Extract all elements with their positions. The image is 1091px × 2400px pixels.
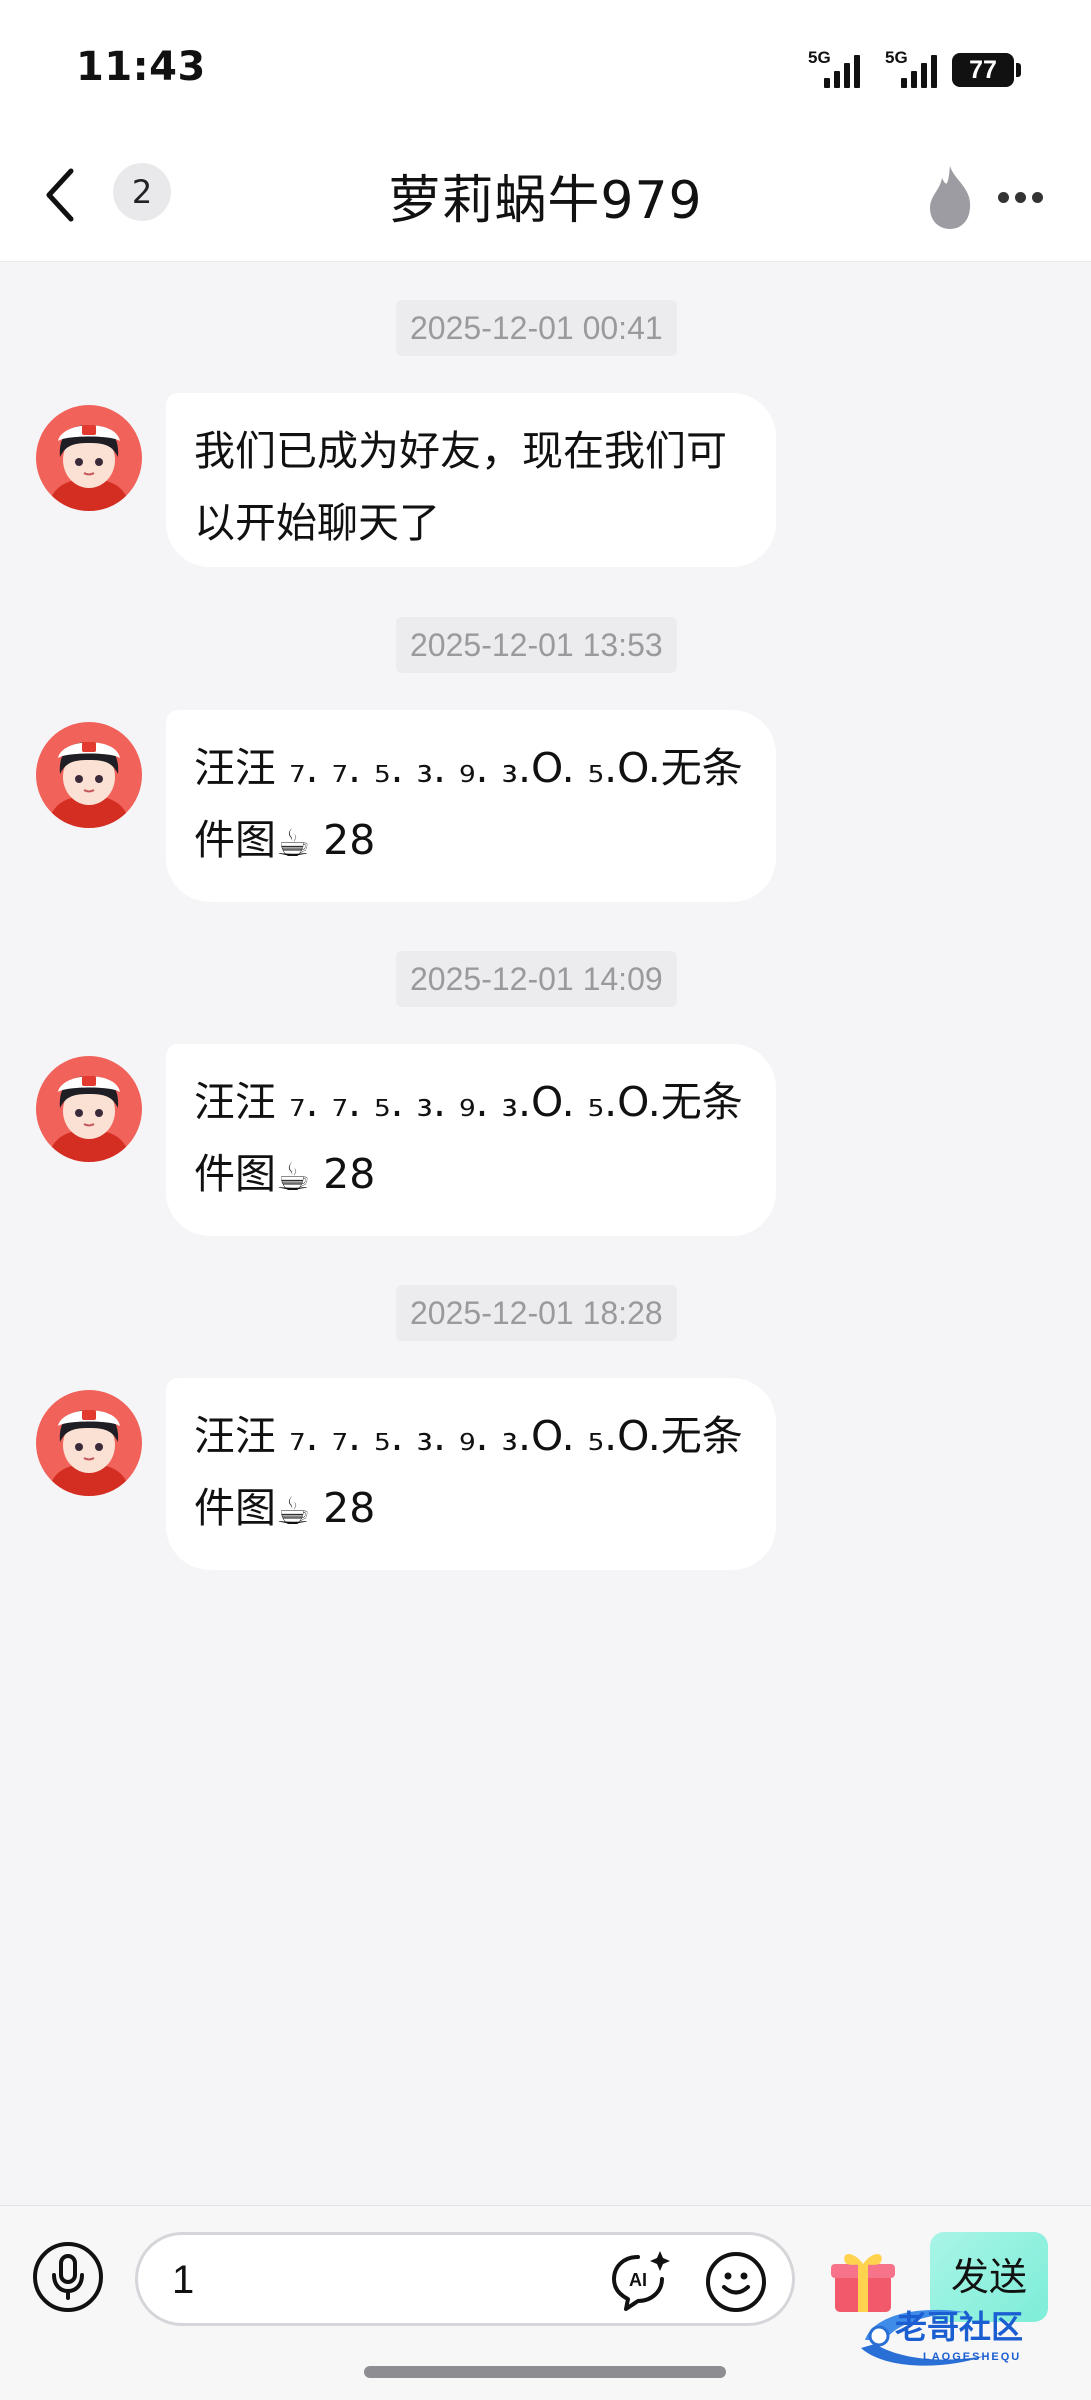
flame-icon	[930, 166, 971, 229]
message-bubble[interactable]: 我们已成为好友，现在我们可 以开始聊天了	[166, 393, 776, 567]
avatar[interactable]	[36, 1390, 142, 1496]
more-icon-dot	[1014, 191, 1026, 203]
coffee-icon: ☕	[276, 1489, 311, 1533]
avatar[interactable]	[36, 405, 142, 511]
more-icon-dot	[1031, 191, 1043, 203]
message-text-line: 汪汪 ₇. ₇. ₅. ₃. ₉. ₃.O. ₅.O.无条	[194, 1412, 743, 1460]
emoji-icon	[722, 2272, 750, 2295]
chat-header: 2 萝莉蜗牛979	[0, 130, 1091, 262]
message-text-line: 汪汪 ₇. ₇. ₅. ₃. ₉. ₃.O. ₅.O.无条	[194, 1078, 743, 1126]
coffee-icon: ☕	[276, 821, 311, 865]
flame-button[interactable]	[920, 162, 980, 232]
message-text: 件图	[194, 816, 276, 864]
avatar-image	[36, 1056, 142, 1162]
microphone-icon	[52, 2254, 84, 2300]
watermark-text: 老哥社区	[895, 2308, 1023, 2346]
message-text-line: 汪汪 ₇. ₇. ₅. ₃. ₉. ₃.O. ₅.O.无条	[194, 744, 743, 792]
message-bubble[interactable]: 汪汪 ₇. ₇. ₅. ₃. ₉. ₃.O. ₅.O.无条 件图☕ 28	[166, 1044, 776, 1236]
watermark-subtext: LAOGESHEQU	[923, 2351, 1021, 2363]
signal-5g-icon-2: 5G	[885, 48, 937, 88]
message-timestamp: 2025-12-01 13:53	[396, 617, 677, 673]
emoji-button[interactable]	[706, 2252, 766, 2312]
more-icon-dot	[997, 191, 1009, 203]
message-number: 28	[323, 1150, 376, 1198]
message-bubble[interactable]: 汪汪 ₇. ₇. ₅. ₃. ₉. ₃.O. ₅.O.无条 件图☕ 28	[166, 710, 776, 902]
ai-label: AI	[629, 2270, 647, 2290]
home-indicator[interactable]	[364, 2366, 726, 2378]
avatar[interactable]	[36, 1056, 142, 1162]
message-text: 件图	[194, 1484, 276, 1532]
battery-icon: 77	[952, 53, 1014, 87]
avatar-image	[36, 1390, 142, 1496]
status-time: 11:43	[76, 44, 206, 90]
message-text-line-2: 件图☕ 28	[194, 1472, 748, 1547]
signal-5g-icon: 5G	[808, 48, 860, 88]
avatar[interactable]	[36, 722, 142, 828]
coffee-icon: ☕	[276, 1155, 311, 1199]
message-bubble[interactable]: 汪汪 ₇. ₇. ₅. ₃. ₉. ₃.O. ₅.O.无条 件图☕ 28	[166, 1378, 776, 1570]
message-number: 28	[323, 816, 376, 864]
message-input[interactable]: 1 AI	[135, 2232, 795, 2326]
message-text-line: 以开始聊天了	[194, 499, 440, 547]
message-text-line: 我们已成为好友，现在我们可	[194, 427, 727, 475]
message-text-line-2: 件图☕ 28	[194, 1138, 748, 1213]
message-text: 件图	[194, 1150, 276, 1198]
message-timestamp: 2025-12-01 18:28	[396, 1285, 677, 1341]
ai-assistant-button[interactable]: AI	[608, 2249, 672, 2313]
message-timestamp: 2025-12-01 14:09	[396, 951, 677, 1007]
message-timestamp: 2025-12-01 00:41	[396, 300, 677, 356]
message-input-value: 1	[172, 2258, 195, 2302]
ai-assistant-icon: AI	[612, 2251, 670, 2311]
watermark-logo: 老哥社区 LAOGESHEQU	[855, 2300, 1080, 2372]
more-options-button[interactable]	[990, 172, 1050, 222]
status-bar: 11:43 5G 5G 77	[0, 0, 1091, 130]
avatar-image	[36, 405, 142, 511]
message-text-line-2: 件图☕ 28	[194, 804, 748, 879]
message-number: 28	[323, 1484, 376, 1532]
avatar-image	[36, 722, 142, 828]
battery-cap	[1016, 63, 1021, 77]
voice-input-button[interactable]	[33, 2242, 103, 2312]
